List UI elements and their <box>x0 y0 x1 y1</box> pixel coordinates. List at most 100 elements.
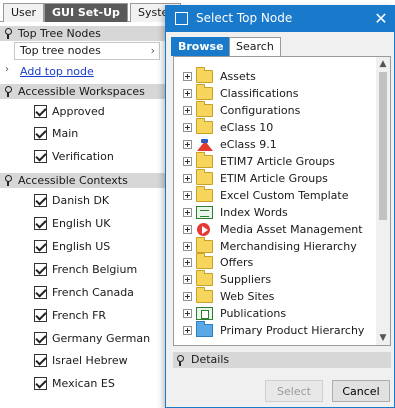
checkbox-checked[interactable] <box>34 309 47 322</box>
add-top-node-link[interactable]: Add top node <box>20 65 94 78</box>
checkbox-checked[interactable] <box>34 263 47 276</box>
tree-node[interactable]: Offers <box>174 253 384 271</box>
checkbox-checked[interactable] <box>34 286 47 299</box>
context-item[interactable]: French FR <box>34 308 174 324</box>
expand-icon[interactable] <box>183 275 192 285</box>
workspace-label: Main <box>52 127 79 140</box>
scroll-down-icon[interactable]: ▼ <box>376 331 390 345</box>
tree-node-label: Media Asset Management <box>220 222 363 236</box>
tree-node[interactable]: Publications <box>174 305 384 322</box>
context-item[interactable]: English US <box>34 239 174 255</box>
close-icon[interactable]: ✕ <box>368 6 394 32</box>
tree-node[interactable]: ETIM7 Article Groups <box>174 151 384 170</box>
folder-icon <box>196 236 213 253</box>
section-header-top-tree-nodes[interactable]: Top Tree Nodes <box>0 26 170 41</box>
context-item[interactable]: Germany German <box>34 331 174 347</box>
expand-icon[interactable] <box>183 105 192 115</box>
tree-node-label: Merchandising Hierarchy <box>220 239 357 253</box>
expand-icon[interactable] <box>183 309 192 319</box>
context-label: French Belgium <box>52 263 138 276</box>
context-label: English US <box>52 240 111 253</box>
tree-node-label: Configurations <box>220 103 301 117</box>
key-icon <box>176 355 187 366</box>
tree-node[interactable]: Index Words <box>174 204 384 221</box>
tree-node[interactable]: Classifications <box>174 83 384 102</box>
tree-node[interactable]: ETIM Article Groups <box>174 168 384 187</box>
expand-icon[interactable] <box>183 88 192 98</box>
checkbox-checked[interactable] <box>34 150 47 163</box>
expand-icon[interactable] <box>183 292 192 302</box>
checkbox-checked[interactable] <box>34 217 47 230</box>
context-item[interactable]: Israel Hebrew <box>34 353 174 369</box>
checkbox-checked[interactable] <box>34 105 47 118</box>
select-button[interactable]: Select <box>265 380 323 402</box>
tree-node[interactable]: Media Asset Management <box>174 221 384 238</box>
tree-node[interactable]: Assets <box>174 67 384 85</box>
cancel-button[interactable]: Cancel <box>332 380 390 402</box>
expand-icon[interactable] <box>183 224 192 234</box>
expand-icon[interactable] <box>183 258 192 268</box>
scrollbar-thumb[interactable] <box>379 72 387 220</box>
folder-icon <box>196 67 213 83</box>
folder-icon <box>196 287 213 304</box>
expand-icon[interactable] <box>183 190 192 200</box>
workspace-label: Verification <box>52 150 114 163</box>
workspace-label: Approved <box>52 105 105 118</box>
workspace-item[interactable]: Main <box>34 126 174 142</box>
dialog-titlebar[interactable]: Select Top Node ✕ <box>166 6 394 32</box>
tree-node[interactable]: eClass 9.1 <box>174 136 384 153</box>
tab-browse[interactable]: Browse <box>171 37 231 56</box>
tree-node[interactable]: Primary Product Hierarchy <box>174 321 384 339</box>
workspace-item[interactable]: Verification <box>34 149 174 165</box>
tree-node[interactable]: eClass 10 <box>174 117 384 136</box>
expand-icon[interactable] <box>183 156 192 166</box>
window-icon <box>175 12 188 25</box>
tab-user[interactable]: User <box>3 3 45 22</box>
section-header-accessible-contexts[interactable]: Accessible Contexts <box>0 173 170 188</box>
tree-node[interactable]: Excel Custom Template <box>174 185 384 204</box>
index-words-icon <box>196 205 213 219</box>
expand-icon[interactable] <box>183 241 192 251</box>
expand-icon[interactable] <box>183 72 192 81</box>
details-label: Details <box>191 353 230 366</box>
section-header-accessible-workspaces[interactable]: Accessible Workspaces <box>0 84 170 99</box>
tree-node[interactable]: Suppliers <box>174 270 384 288</box>
checkbox-checked[interactable] <box>34 240 47 253</box>
tab-gui-setup[interactable]: GUI Set-Up <box>44 3 128 22</box>
folder-icon <box>196 151 213 168</box>
context-item[interactable]: English UK <box>34 216 174 232</box>
expand-icon[interactable] <box>183 139 192 149</box>
expand-icon[interactable] <box>183 207 192 217</box>
tree-node[interactable]: Merchandising Hierarchy <box>174 236 384 255</box>
chevron-right-icon[interactable]: › <box>5 64 9 75</box>
tree-view[interactable]: Assets Classifications Configurations eClas… <box>173 56 391 346</box>
key-icon <box>4 175 14 186</box>
dialog-title: Select Top Node <box>196 11 293 25</box>
top-tree-nodes-field[interactable]: Top tree nodes › <box>14 42 160 60</box>
expand-icon[interactable] <box>183 122 192 132</box>
chevron-right-icon[interactable]: › <box>151 43 155 59</box>
tree-node-label: Publications <box>220 307 287 321</box>
context-item[interactable]: French Belgium <box>34 262 174 278</box>
tree-node-label: eClass 10 <box>220 120 274 134</box>
context-item[interactable]: Mexican ES <box>34 376 174 392</box>
expand-icon[interactable] <box>183 173 192 183</box>
expand-icon[interactable] <box>183 326 192 336</box>
tab-search[interactable]: Search <box>229 37 281 56</box>
checkbox-checked[interactable] <box>34 377 47 390</box>
checkbox-checked[interactable] <box>34 354 47 367</box>
checkbox-checked[interactable] <box>34 194 47 207</box>
context-item[interactable]: Danish DK <box>34 193 174 209</box>
folder-icon <box>196 117 213 134</box>
context-item[interactable]: French Canada <box>34 285 174 301</box>
checkbox-checked[interactable] <box>34 127 47 140</box>
details-section-header[interactable]: Details <box>173 352 391 368</box>
tree-node[interactable]: Web Sites <box>174 287 384 305</box>
workspace-item[interactable]: Approved <box>34 104 174 120</box>
checkbox-checked[interactable] <box>34 332 47 345</box>
vertical-scrollbar[interactable]: ▲ ▼ <box>376 57 390 345</box>
folder-icon <box>196 168 213 185</box>
scroll-up-icon[interactable]: ▲ <box>376 57 390 71</box>
tree-node-label: Offers <box>220 256 254 270</box>
tree-node[interactable]: Configurations <box>174 100 384 119</box>
